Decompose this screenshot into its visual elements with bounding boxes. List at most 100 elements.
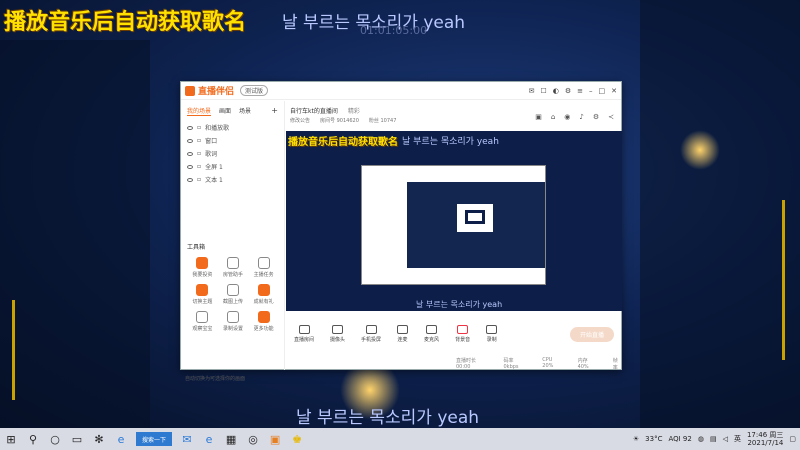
volume-icon[interactable]: ◁ bbox=[723, 435, 728, 443]
source-item[interactable]: ▫ 和播放歌 bbox=[181, 121, 284, 134]
tool-label: 录制设置 bbox=[222, 326, 243, 332]
tool-label: 截图上传 bbox=[222, 299, 243, 305]
link-icon bbox=[397, 325, 409, 334]
stream-actions: ▣ ⌂ ◉ ♪ ⚙ ≺ bbox=[535, 113, 614, 121]
add-icon[interactable]: + bbox=[271, 106, 278, 116]
tool-item[interactable]: 房管助手 bbox=[218, 257, 249, 278]
tool-item[interactable]: 录制设置 bbox=[218, 311, 249, 332]
live-room-button[interactable]: 直播房间 bbox=[294, 325, 314, 343]
skin-icon[interactable]: ◐ bbox=[553, 87, 559, 95]
network-icon[interactable]: ▤ bbox=[710, 435, 717, 443]
fan-app-icon[interactable]: ✻ bbox=[92, 432, 106, 446]
stream-preview[interactable]: 播放音乐后自动获取歌名 날 부르는 목소리가 yeah 날 부르는 목소리가 y… bbox=[286, 131, 622, 311]
right-wall bbox=[640, 0, 800, 428]
windows-start-icon[interactable]: ⊞ bbox=[4, 432, 18, 446]
app-icon[interactable]: ▣ bbox=[268, 432, 282, 446]
close-icon[interactable]: ✕ bbox=[611, 87, 617, 95]
app-logo: 直播伴侣 bbox=[185, 84, 234, 97]
edge-browser-icon[interactable]: e bbox=[114, 432, 128, 446]
source-item[interactable]: ▫ 全屏 1 bbox=[181, 160, 284, 173]
weather-temp[interactable]: 33°C bbox=[645, 435, 662, 443]
toolbox-grid: 我要投资 房管助手 主播任务 切换主题 截图上传 成就有礼 观察宝宝 录制设置 … bbox=[187, 257, 279, 332]
tool-item[interactable]: 主播任务 bbox=[248, 257, 279, 278]
lock-icon[interactable]: ▫ bbox=[197, 150, 201, 157]
mic-button[interactable]: 麦克风 bbox=[424, 325, 439, 343]
tool-item[interactable]: 成就有礼 bbox=[248, 284, 279, 305]
lock-icon[interactable]: ▫ bbox=[197, 176, 201, 183]
observe-icon bbox=[196, 311, 209, 323]
eye-icon[interactable] bbox=[187, 125, 193, 130]
status-memory: 内存 40% bbox=[577, 358, 589, 370]
ie-icon[interactable]: e bbox=[202, 432, 216, 446]
tool-item[interactable]: 观察宝宝 bbox=[187, 311, 218, 332]
tab-canvas[interactable]: 画面 bbox=[219, 106, 231, 116]
eye-icon[interactable] bbox=[187, 151, 193, 156]
tool-item[interactable]: 更多功能 bbox=[248, 311, 279, 332]
cortana-icon[interactable]: ○ bbox=[48, 432, 62, 446]
stream-title[interactable]: 自行车kt的直播间 bbox=[290, 108, 338, 115]
more-icon bbox=[257, 311, 270, 323]
input-method[interactable]: 英 bbox=[734, 434, 741, 444]
source-label: 歌词 bbox=[205, 151, 218, 158]
nested-logo-panel bbox=[457, 204, 493, 232]
logo-icon bbox=[465, 210, 485, 224]
left-panel: 我的场景 画面 场景 + ▫ 和播放歌 ▫ 窗口 ▫ 歌词 ▫ 全屏 1 ▫ 文本 1 工… bbox=[181, 101, 285, 382]
tool-item[interactable]: 截图上传 bbox=[218, 284, 249, 305]
gift-icon[interactable]: ▣ bbox=[535, 113, 542, 121]
edit-notice-link[interactable]: 修改公告 bbox=[290, 117, 310, 124]
start-live-button[interactable]: 开始直播 bbox=[569, 326, 614, 342]
minimize-icon[interactable]: – bbox=[589, 87, 593, 95]
lock-icon[interactable]: ▫ bbox=[197, 163, 201, 170]
taskbar-search-box[interactable]: 搜索一下 bbox=[136, 432, 173, 446]
phone-cast-button[interactable]: 手机投屏 bbox=[361, 325, 381, 343]
source-item[interactable]: ▫ 文本 1 bbox=[181, 173, 284, 186]
tool-item[interactable]: 切换主题 bbox=[187, 284, 218, 305]
source-item[interactable]: ▫ 歌词 bbox=[181, 147, 284, 160]
weather-icon[interactable]: ☀ bbox=[633, 435, 639, 443]
notification-icon[interactable]: ▢ bbox=[789, 435, 796, 443]
wechat-icon[interactable]: ◍ bbox=[698, 435, 704, 443]
search-icon[interactable]: ⚲ bbox=[26, 432, 40, 446]
source-item[interactable]: ▫ 窗口 bbox=[181, 134, 284, 147]
achievement-icon bbox=[257, 284, 270, 296]
timestamp-overlay: 01:01:05:00 bbox=[360, 24, 428, 37]
eye-icon[interactable] bbox=[187, 177, 193, 182]
task-icon bbox=[257, 257, 270, 269]
version-badge[interactable]: 测试版 bbox=[240, 85, 269, 96]
tip-text: 自动切换为可选择你的画面 bbox=[185, 376, 246, 382]
mail-icon[interactable]: ✉ bbox=[180, 432, 194, 446]
control-label: 麦克风 bbox=[424, 337, 440, 343]
eye-icon[interactable] bbox=[187, 164, 193, 169]
lock-icon[interactable]: ▫ bbox=[197, 124, 201, 131]
tab-my-scenes[interactable]: 我的场景 bbox=[187, 106, 212, 116]
audio-button[interactable]: 背景音 bbox=[455, 325, 470, 343]
status-bitrate: 码率 0kbps bbox=[503, 358, 519, 370]
tab-scene[interactable]: 场景 bbox=[239, 106, 251, 116]
settings-icon[interactable]: ⚙ bbox=[593, 113, 599, 121]
camera-button[interactable]: 摄像头 bbox=[330, 325, 345, 343]
maximize-icon[interactable]: □ bbox=[599, 87, 606, 95]
lock-icon[interactable]: ▫ bbox=[197, 137, 201, 144]
bell-icon[interactable]: ♪ bbox=[579, 113, 583, 121]
eye-icon[interactable] bbox=[187, 138, 193, 143]
live-companion-icon[interactable]: ♚ bbox=[290, 432, 304, 446]
control-bar: 直播房间 摄像头 手机投屏 连麦 麦克风 背景音 录制 开始直播 bbox=[286, 315, 622, 353]
tool-item[interactable]: 我要投资 bbox=[187, 257, 218, 278]
lock-icon[interactable]: ⌂ bbox=[551, 113, 555, 121]
tab-highlight[interactable]: 精彩 bbox=[348, 108, 360, 115]
air-quality[interactable]: AQI 92 bbox=[668, 435, 691, 443]
coin-icon[interactable]: ◉ bbox=[564, 113, 570, 121]
gift-icon[interactable]: ✉ bbox=[529, 87, 535, 95]
admin-icon bbox=[226, 257, 239, 269]
control-label: 摄像头 bbox=[330, 337, 346, 343]
task-view-icon[interactable]: ▭ bbox=[70, 432, 84, 446]
steam-icon[interactable]: ◎ bbox=[246, 432, 260, 446]
link-mic-button[interactable]: 连麦 bbox=[397, 325, 409, 343]
share-icon[interactable]: ≺ bbox=[608, 113, 614, 121]
message-icon[interactable]: ☐ bbox=[540, 87, 546, 95]
clock[interactable]: 17:46 周三 2021/7/14 bbox=[747, 431, 783, 447]
settings-icon[interactable]: ⚙ bbox=[565, 87, 571, 95]
record-button[interactable]: 录制 bbox=[486, 325, 498, 343]
menu-icon[interactable]: ≡ bbox=[577, 87, 583, 95]
store-icon[interactable]: ▦ bbox=[224, 432, 238, 446]
